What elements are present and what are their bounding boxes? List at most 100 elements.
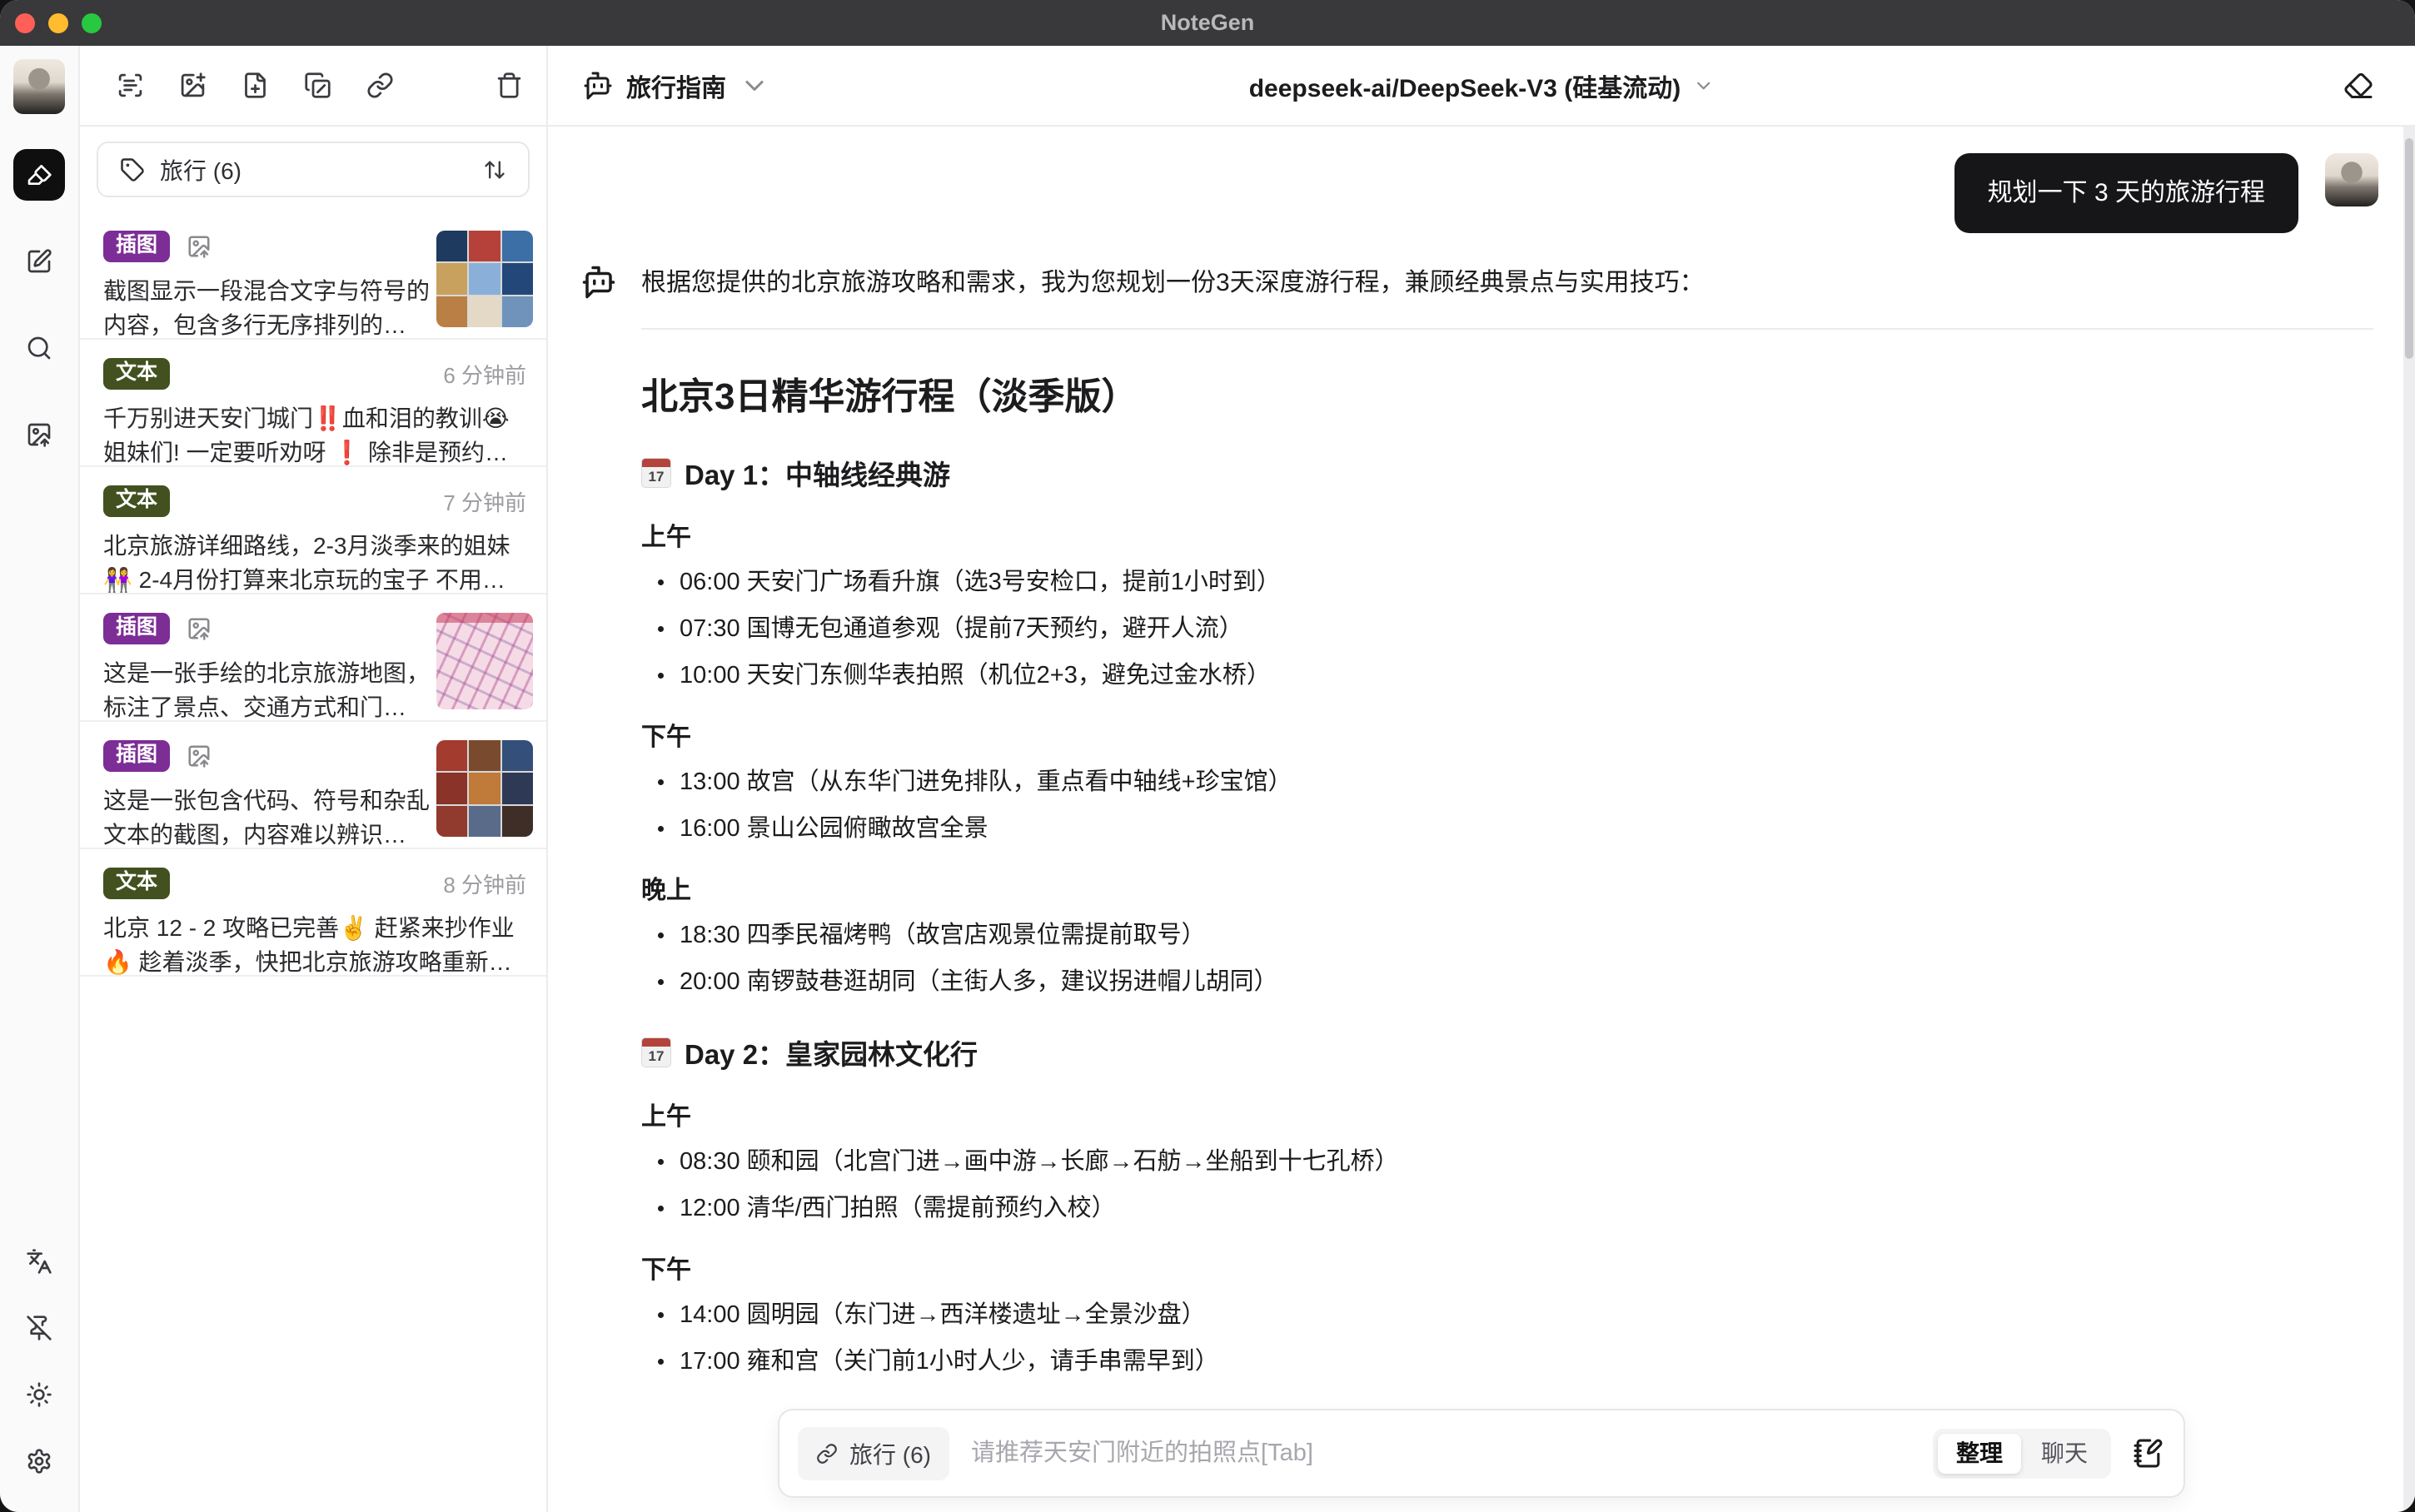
model-name: deepseek-ai/DeepSeek-V3 (硅基流动) <box>1248 74 1681 102</box>
chat-input[interactable] <box>969 1439 1933 1468</box>
rail-button-image-up[interactable] <box>13 409 65 460</box>
rail-footer <box>13 1221 65 1487</box>
itinerary-item: 17:00 雍和宫（关门前1小时人少，请手串需早到） <box>658 1344 2373 1379</box>
note-excerpt: 这是一张手绘的北京旅游地图，标注了景点、交通方式和门票价格，如天安… <box>103 660 430 720</box>
scrollbar-thumb[interactable] <box>2405 138 2413 359</box>
notes-panel: 旅行 (6) 插图 6 分钟前截图显示一段混合文字与符号的内容，包含多行无序排列的… <box>80 46 548 1512</box>
itinerary-title: 北京3日精华游行程（淡季版） <box>641 376 1138 417</box>
chat-panel: 旅行指南 deepseek-ai/DeepSeek-V3 (硅基流动) 规划一下… <box>548 46 2415 1512</box>
scrollbar-track <box>2403 127 2415 1512</box>
itinerary-list: 18:30 四季民福烤鸭（故宫店观景位需提前取号） 20:00 南锣鼓巷逛胡同（主… <box>641 918 2373 999</box>
note-type-badge: 文本 <box>103 358 171 390</box>
period-label: 下午 <box>641 1256 691 1284</box>
languages-icon <box>26 1248 52 1275</box>
note-time: 6 分钟前 <box>443 362 526 388</box>
note-type-badge: 插图 <box>103 231 171 262</box>
chat-input-bar: 旅行 (6) 整理 聊天 <box>778 1409 2185 1498</box>
trash-icon[interactable] <box>495 72 523 99</box>
note-type-badge: 插图 <box>103 613 171 644</box>
rail-button-pin-off[interactable] <box>13 1302 65 1354</box>
note-list: 插图 6 分钟前截图显示一段混合文字与符号的内容，包含多行无序排列的字母、数字和符… <box>80 212 546 977</box>
itinerary-item: 20:00 南锣鼓巷逛胡同（主街人多，建议拐进帽儿胡同） <box>658 964 2373 999</box>
rail-button-search[interactable] <box>13 322 65 374</box>
chat-header: 旅行指南 deepseek-ai/DeepSeek-V3 (硅基流动) <box>548 46 2415 127</box>
mode-organize-button[interactable]: 整理 <box>1937 1433 2021 1474</box>
user-avatar[interactable] <box>13 59 65 114</box>
link-icon <box>816 1443 838 1465</box>
assistant-name: 旅行指南 <box>626 74 726 102</box>
clear-chat-button[interactable] <box>2343 71 2373 101</box>
note-excerpt: 北京 12 - 2 攻略已完善✌️ 赶紧来抄作业 🔥 趁着淡季，快把北京旅游攻略… <box>103 915 515 975</box>
chevron-down-icon <box>1692 75 1714 97</box>
pin-off-icon <box>26 1315 52 1341</box>
square-pen-icon <box>26 248 52 275</box>
itinerary-list: 08:30 颐和园（北宫门进→画中游→长廊→石舫→坐船到十七孔桥） 12:00 清… <box>641 1144 2373 1226</box>
tag-filter-label: 旅行 (6) <box>160 157 242 184</box>
note-card[interactable]: 插图6 分钟前截图显示一段混合文字与符号的内容，包含多行无序排列的字母、数字和符… <box>80 212 546 340</box>
link-icon[interactable] <box>366 72 394 99</box>
period-label: 上午 <box>641 524 691 551</box>
note-type-badge: 插图 <box>103 740 171 772</box>
notes-toolbar <box>80 46 546 127</box>
titlebar: NoteGen <box>0 0 2415 46</box>
chevron-down-icon <box>739 71 769 101</box>
context-chip[interactable]: 旅行 (6) <box>798 1426 950 1480</box>
image-up-icon <box>187 744 212 768</box>
note-type-badge: 文本 <box>103 485 171 517</box>
mode-chat-button[interactable]: 聊天 <box>2023 1434 2106 1474</box>
note-card[interactable]: 文本 8 分钟前北京 12 - 2 攻略已完善✌️ 赶紧来抄作业 🔥 趁着淡季，快… <box>80 849 546 977</box>
write-to-note-button[interactable] <box>2133 1438 2164 1469</box>
tag-icon <box>120 157 145 182</box>
window-title: NoteGen <box>1160 10 1255 35</box>
left-rail <box>0 46 80 1512</box>
settings-icon <box>26 1448 52 1475</box>
rail-button-languages[interactable] <box>13 1236 65 1287</box>
chat-messages: 规划一下 3 天的旅游行程 根据您提供的北京旅游攻略和需求，我为您规划一份3天深… <box>548 127 2403 1395</box>
divider <box>641 328 2373 330</box>
model-selector[interactable]: deepseek-ai/DeepSeek-V3 (硅基流动) <box>1249 67 1715 104</box>
sun-icon <box>26 1381 52 1408</box>
rail-button-sun[interactable] <box>13 1369 65 1420</box>
image-up-icon <box>187 616 212 641</box>
itinerary-item: 07:30 国博无包通道参观（提前7天预约，避开人流） <box>658 611 2373 646</box>
copy-slash-icon[interactable] <box>304 72 331 99</box>
app-window: NoteGen 旅行 (6) 插图 6 分钟前截图显示一段混合文字与符号的内容，包… <box>0 0 2415 1512</box>
assistant-message: 根据您提供的北京旅游攻略和需求，我为您规划一份3天深度游行程，兼顾经典景点与实用… <box>641 263 2373 1395</box>
itinerary-list: 13:00 故宫（从东华门进免排队，重点看中轴线+珍宝馆） 16:00 景山公园俯… <box>641 764 2373 846</box>
tag-filter[interactable]: 旅行 (6) <box>97 142 530 197</box>
file-plus-icon[interactable] <box>242 72 269 99</box>
note-excerpt: 北京旅游详细路线，2-3月淡季来的姐妹👭 2-4月份打算来北京玩的宝子 不用再翻… <box>103 533 510 593</box>
rail-nav <box>13 114 65 460</box>
note-time: 7 分钟前 <box>443 490 526 515</box>
note-time: 8 分钟前 <box>443 872 526 898</box>
scan-text-icon[interactable] <box>117 72 144 99</box>
itinerary-item: 16:00 景山公园俯瞰故宫全景 <box>658 811 2373 846</box>
user-avatar <box>2325 153 2378 206</box>
bot-icon <box>583 71 613 101</box>
assistant-message-row: 根据您提供的北京旅游攻略和需求，我为您规划一份3天深度游行程，兼顾经典景点与实用… <box>581 263 2403 1395</box>
itinerary-list: 14:00 圆明园（东门进→西洋楼遗址→全景沙盘） 17:00 雍和宫（关门前1小… <box>641 1297 2373 1379</box>
image-plus-icon[interactable] <box>179 72 207 99</box>
note-card[interactable]: 插图7 分钟前这是一张手绘的北京旅游地图，标注了景点、交通方式和门票价格，如天安… <box>80 594 546 722</box>
user-message-bubble: 规划一下 3 天的旅游行程 <box>1954 153 2298 233</box>
note-card[interactable]: 文本 6 分钟前千万别进天安门城门‼️血和泪的教训😭 姐妹们! 一定要听劝呀 ❗ … <box>80 340 546 467</box>
rail-button-square-pen[interactable] <box>13 236 65 287</box>
note-type-badge: 文本 <box>103 868 171 899</box>
note-excerpt: 千万别进天安门城门‼️血和泪的教训😭 姐妹们! 一定要听劝呀 ❗ 除非是预约了参… <box>103 405 510 465</box>
bot-icon <box>581 265 616 300</box>
day-heading: 17 Day 1：中轴线经典游 <box>641 453 2373 493</box>
assistant-selector[interactable]: 旅行指南 <box>583 67 769 104</box>
image-up-icon <box>26 421 52 448</box>
context-chip-label: 旅行 (6) <box>849 1441 932 1468</box>
sort-icon[interactable] <box>483 158 506 182</box>
rail-button-settings[interactable] <box>13 1435 65 1487</box>
calendar-emoji-icon: 17 <box>641 1037 671 1067</box>
itinerary-item: 10:00 天安门东侧华表拍照（机位2+3，避免过金水桥） <box>658 658 2373 693</box>
period-label: 上午 <box>641 1103 691 1131</box>
note-card[interactable]: 文本 7 分钟前北京旅游详细路线，2-3月淡季来的姐妹👭 2-4月份打算来北京玩的… <box>80 467 546 594</box>
image-up-icon <box>187 234 212 259</box>
note-excerpt: 截图显示一段混合文字与符号的内容，包含多行无序排列的字母、数字和符… <box>103 278 430 338</box>
rail-button-highlighter[interactable] <box>13 149 65 201</box>
note-card[interactable]: 插图7 分钟前这是一张包含代码、符号和杂乱文本的截图，内容难以辨识，似乎涉及技术… <box>80 722 546 849</box>
note-thumbnail <box>436 740 533 837</box>
